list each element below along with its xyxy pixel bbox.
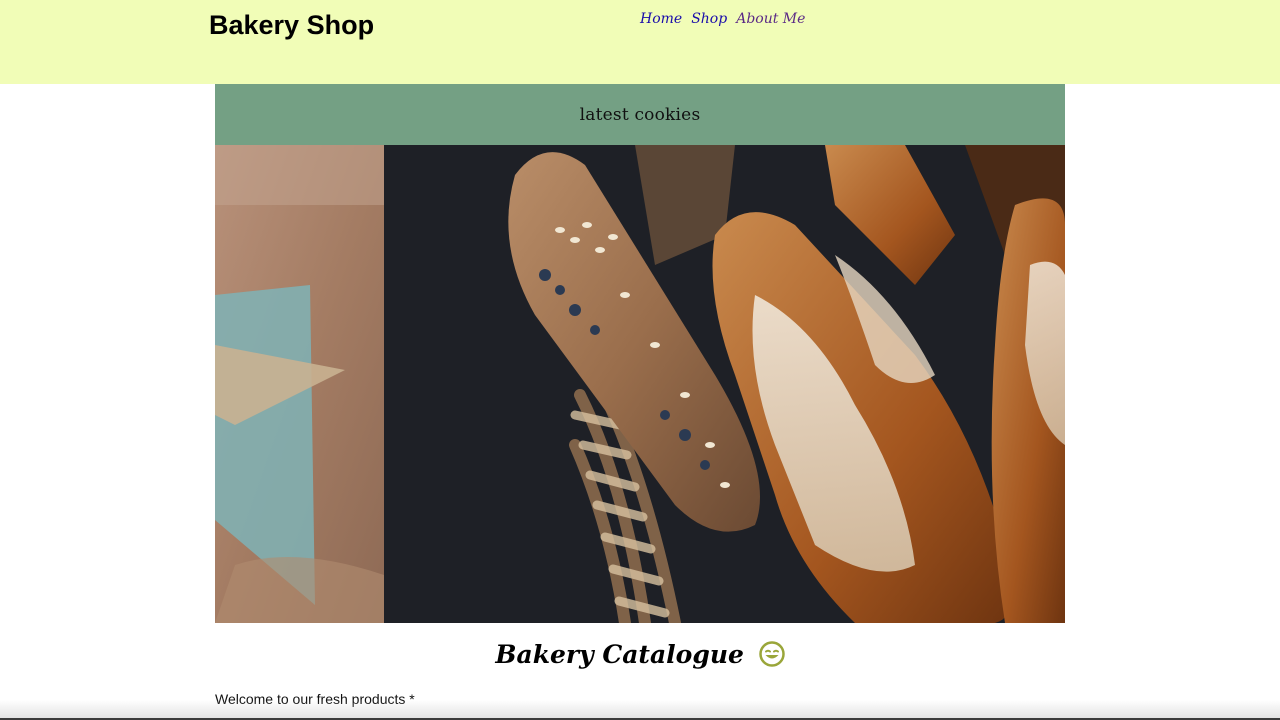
- welcome-text: Welcome to our fresh products *: [215, 691, 415, 707]
- site-header: Bakery Shop Home Shop About Me: [0, 0, 1280, 84]
- nav-link-about-me[interactable]: About Me: [736, 11, 805, 27]
- nav-link-shop[interactable]: Shop: [691, 11, 727, 27]
- site-title: Bakery Shop: [209, 10, 375, 40]
- nav-link-home[interactable]: Home: [640, 11, 682, 27]
- main-nav: Home Shop About Me: [640, 11, 805, 27]
- bread-basket-photo: [215, 145, 1065, 623]
- latest-banner: latest cookies: [215, 84, 1065, 145]
- banner-text: latest cookies: [579, 104, 701, 125]
- catalogue-title-text: Bakery Catalogue: [495, 640, 744, 669]
- window-bottom-shade: [0, 700, 1280, 720]
- catalogue-heading: Bakery Catalogue: [0, 640, 1280, 673]
- smiley-wink-icon: [758, 640, 785, 673]
- hero-image: [215, 145, 1065, 623]
